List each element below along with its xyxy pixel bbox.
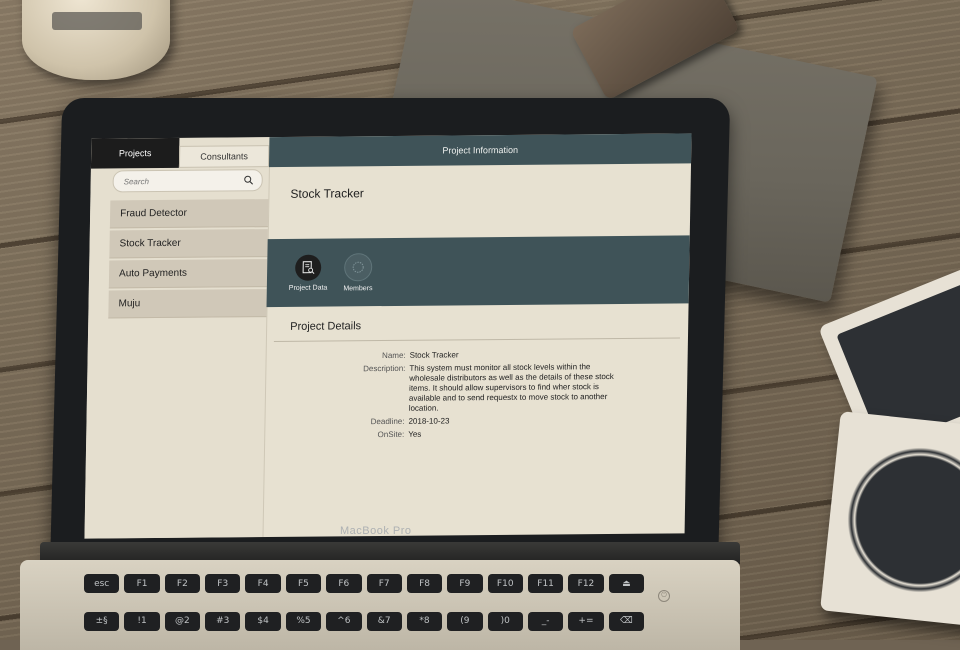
laptop-brand-label: MacBook Pro: [340, 525, 412, 537]
project-data-label: Project Data: [289, 284, 328, 291]
members-icon: [344, 253, 372, 281]
keyboard-key[interactable]: )0: [488, 612, 523, 631]
keyboard-key[interactable]: ^6: [326, 612, 361, 631]
action-bar: Project Data Members: [267, 235, 690, 307]
keyboard-key[interactable]: F11: [528, 574, 563, 593]
keyboard-key[interactable]: ⏏: [609, 574, 644, 593]
keyboard-key[interactable]: ±§: [84, 612, 119, 631]
keyboard-key[interactable]: ⌫: [609, 612, 644, 631]
detail-label: Name:: [266, 351, 410, 362]
sidebar-tabs: Projects Consultants: [91, 137, 270, 169]
keyboard-key[interactable]: (9: [447, 612, 482, 631]
keyboard-key[interactable]: F7: [367, 574, 402, 593]
detail-row-onsite: OnSite: Yes: [264, 427, 686, 441]
search-input[interactable]: [122, 175, 244, 187]
detail-row-deadline: Deadline: 2018-10-23: [264, 414, 686, 428]
keyboard-key[interactable]: F5: [286, 574, 321, 593]
tab-projects[interactable]: Projects: [91, 138, 180, 169]
keyboard-key[interactable]: @2: [165, 612, 200, 631]
tab-consultants[interactable]: Consultants: [179, 145, 269, 168]
main-header: Project Information: [269, 133, 692, 167]
keyboard-key[interactable]: %5: [286, 612, 321, 631]
coaster-bottom: [820, 411, 960, 629]
project-item-fraud-detector[interactable]: Fraud Detector: [110, 199, 269, 228]
members-button[interactable]: Members: [343, 253, 373, 292]
keyboard-key[interactable]: &7: [367, 612, 402, 631]
project-details-title: Project Details: [274, 303, 681, 342]
keyboard-key[interactable]: F10: [488, 574, 523, 593]
detail-value: This system must monitor all stock level…: [409, 362, 625, 414]
detail-label: Deadline:: [264, 417, 408, 428]
keyboard-key[interactable]: F12: [568, 574, 603, 593]
detail-value: 2018-10-23: [408, 415, 623, 427]
power-icon[interactable]: ⏻: [658, 590, 670, 602]
project-item-auto-payments[interactable]: Auto Payments: [109, 259, 268, 288]
project-item-stock-tracker[interactable]: Stock Tracker: [109, 229, 268, 258]
project-item-muju[interactable]: Muju: [108, 289, 267, 318]
sidebar: Projects Consultants Fraud Detector Stoc…: [84, 137, 270, 539]
keyboard-key[interactable]: F9: [447, 574, 482, 593]
detail-value: Yes: [408, 428, 623, 440]
project-details: Name: Stock Tracker Description: This sy…: [264, 338, 688, 441]
keyboard-key[interactable]: $4: [245, 612, 280, 631]
keyboard-key[interactable]: F8: [407, 574, 442, 593]
document-search-icon: [295, 254, 321, 280]
keyboard-key[interactable]: F4: [245, 574, 280, 593]
keyboard-key[interactable]: esc: [84, 574, 119, 593]
project-data-button[interactable]: Project Data: [289, 254, 328, 291]
jar-label: [52, 12, 142, 30]
keyboard-key[interactable]: F2: [165, 574, 200, 593]
candle-jar: [22, 0, 170, 80]
project-title: Stock Tracker: [268, 163, 691, 239]
detail-label: Description:: [265, 364, 410, 415]
keyboard-key[interactable]: F3: [205, 574, 240, 593]
detail-row-name: Name: Stock Tracker: [266, 348, 688, 362]
members-label: Members: [343, 285, 372, 292]
detail-value: Stock Tracker: [410, 349, 625, 361]
app-screen: Projects Consultants Fraud Detector Stoc…: [84, 133, 691, 538]
main-panel: Project Information Stock Tracker Projec…: [262, 133, 691, 537]
detail-label: OnSite:: [264, 430, 408, 441]
search-icon[interactable]: [244, 175, 254, 185]
keyboard-key[interactable]: #3: [205, 612, 240, 631]
keyboard-key[interactable]: *8: [407, 612, 442, 631]
keyboard-key[interactable]: F6: [326, 574, 361, 593]
keyboard-key[interactable]: _-: [528, 612, 563, 631]
coaster-bottom-print: [835, 427, 960, 614]
project-list: Fraud Detector Stock Tracker Auto Paymen…: [88, 195, 268, 319]
keyboard-key[interactable]: +=: [568, 612, 603, 631]
keyboard-key[interactable]: F1: [124, 574, 159, 593]
detail-row-description: Description: This system must monitor al…: [265, 361, 688, 415]
search-box: [112, 169, 262, 192]
keyboard-key[interactable]: !1: [124, 612, 159, 631]
keyboard: esc F1 F2 F3 F4 F5 F6 F7 F8 F9 F10 F11 F12 ⏏ ±§ !1 @2 #3 $…: [84, 574, 644, 644]
